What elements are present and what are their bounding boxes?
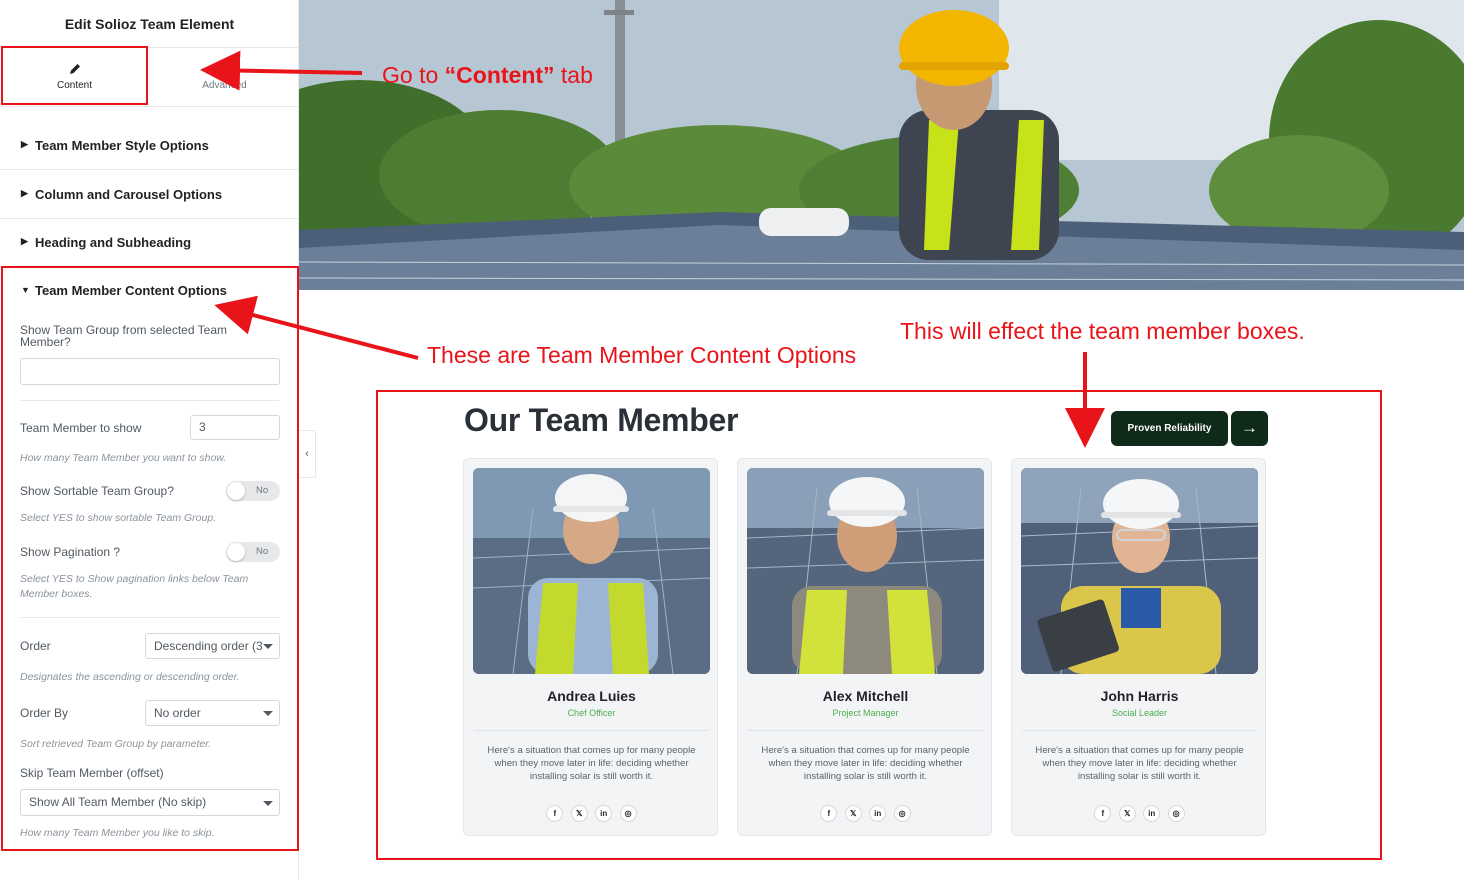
annotation-prefix: Go to (382, 62, 445, 88)
annotation-content-options: These are Team Member Content Options (427, 342, 857, 368)
annotation-suffix: tab (554, 62, 593, 88)
annotation-content-tab: Go to “Content” tab (382, 62, 593, 89)
annotation-team-boxes: This will effect the team member boxes. (900, 318, 1305, 344)
annotation-emphasis: “Content” (444, 62, 555, 88)
annotation-arrows (200, 50, 1105, 448)
